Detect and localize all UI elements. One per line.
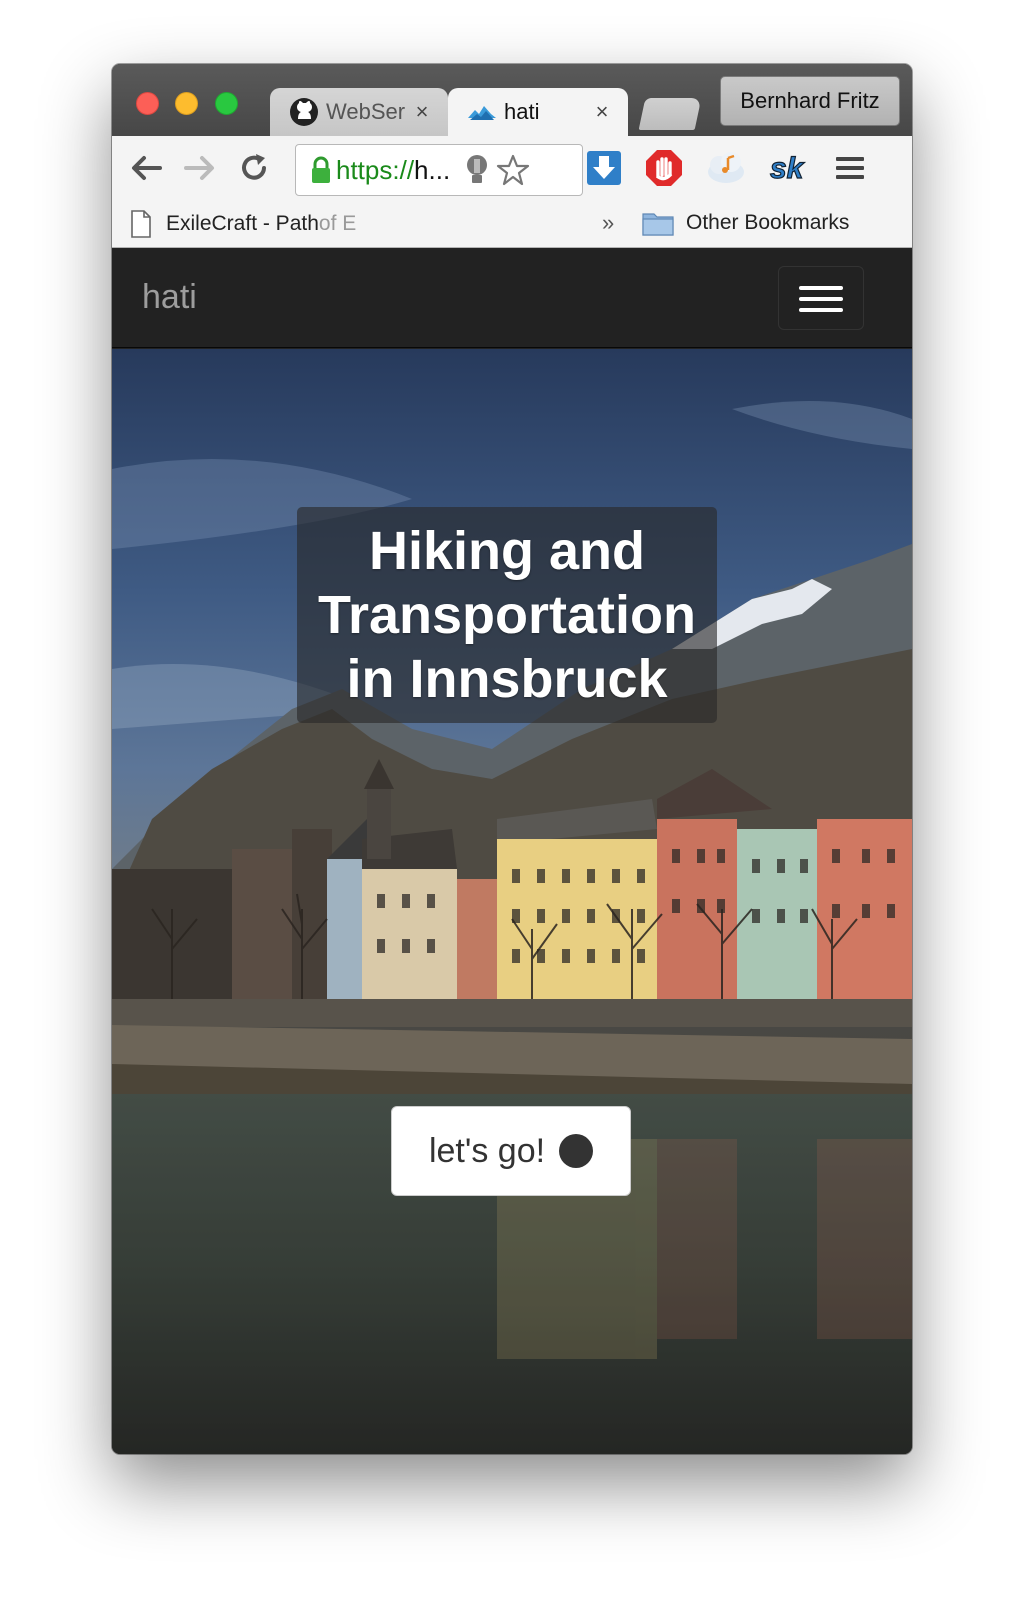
site-brand[interactable]: hati <box>142 278 197 317</box>
circle-arrow-right-icon <box>392 1108 594 1168</box>
window-minimize-button[interactable] <box>175 92 198 115</box>
music-cloud-extension-icon[interactable] <box>706 148 746 188</box>
tab-strip: WebSer × hati × Bernhard Fritz <box>112 64 912 136</box>
browser-window: WebSer × hati × Bernhard Fritz https://h… <box>112 64 912 1454</box>
bookmark-other-folder[interactable]: Other Bookmarks <box>642 210 849 236</box>
url-host: h... <box>414 154 451 185</box>
svg-text:sk: sk <box>770 152 805 185</box>
github-icon <box>288 96 320 128</box>
hero-section: Hiking and Transportation in Innsbruck l… <box>112 349 912 1454</box>
lets-go-button[interactable]: let's go! <box>391 1106 631 1196</box>
hero-headline-box: Hiking and Transportation in Innsbruck <box>297 507 717 723</box>
adblock-extension-icon[interactable] <box>644 148 684 188</box>
headline-line-2: Transportation <box>317 585 697 645</box>
url-scheme: https:// <box>336 154 415 185</box>
star-icon[interactable] <box>496 153 530 187</box>
hamburger-menu-button[interactable] <box>778 266 864 330</box>
bookmark-label: Other Bookmarks <box>686 211 850 234</box>
cta-label: let's go! <box>428 1131 546 1170</box>
window-close-button[interactable] <box>136 92 159 115</box>
close-icon[interactable]: × <box>410 99 434 125</box>
page-icon <box>130 210 152 238</box>
menu-icon[interactable] <box>830 148 870 188</box>
close-icon[interactable]: × <box>590 99 614 125</box>
web-page: hati Hiking and Transportation in Innsbr… <box>112 248 912 1454</box>
download-extension-icon[interactable] <box>584 148 624 188</box>
lock-icon <box>310 155 332 185</box>
headline-line-3: in Innsbruck <box>346 649 668 709</box>
hero-headline: Hiking and Transportation in Innsbruck <box>318 519 696 711</box>
hati-logo-icon <box>466 96 498 128</box>
tab-label: hati <box>504 99 540 124</box>
headline-line-1: Hiking and <box>368 521 645 581</box>
new-tab-button[interactable] <box>638 98 702 130</box>
bookmark-label: ExileCraft - Path <box>166 212 319 235</box>
forward-arrow-icon[interactable] <box>180 148 220 188</box>
bookmark-label-faded: of E <box>318 212 357 235</box>
address-bar[interactable]: https://h... <box>295 144 583 196</box>
lightbulb-icon[interactable] <box>464 153 490 187</box>
sk-extension-icon[interactable]: sk <box>768 148 808 188</box>
bookmark-exilecraft[interactable]: ExileCraft - Path of E <box>130 210 356 238</box>
site-navbar: hati <box>112 248 912 348</box>
back-arrow-icon[interactable] <box>126 148 166 188</box>
tab-hati[interactable]: hati × <box>448 88 628 136</box>
bookmarks-bar: ExileCraft - Path of E » Other Bookmarks <box>112 202 912 248</box>
browser-toolbar: https://h... sk <box>112 136 912 202</box>
folder-icon <box>642 210 674 236</box>
url-text: https://h... <box>336 155 450 186</box>
tab-label: WebSer <box>326 99 406 124</box>
profile-button[interactable]: Bernhard Fritz <box>720 76 900 126</box>
bookmarks-overflow-button[interactable]: » <box>602 210 614 236</box>
tab-webser[interactable]: WebSer × <box>270 88 448 136</box>
reload-icon[interactable] <box>234 148 274 188</box>
window-maximize-button[interactable] <box>215 92 238 115</box>
